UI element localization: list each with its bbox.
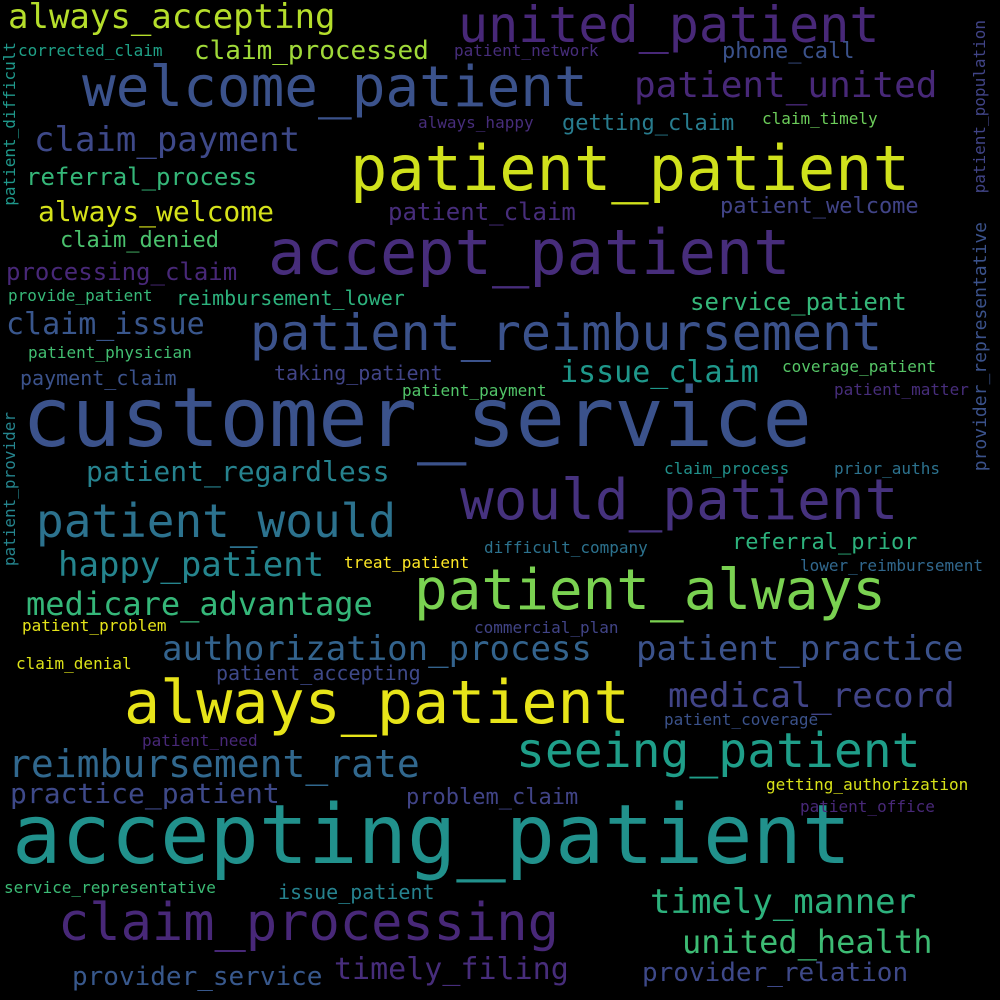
word-patient-coverage: patient_coverage xyxy=(664,710,819,729)
word-patient-network: patient_network xyxy=(454,41,599,60)
word-timely-manner: timely_manner xyxy=(650,882,917,922)
word-claim-process: claim_process xyxy=(664,459,790,478)
word-patient-difficult: patient_difficult xyxy=(0,42,19,206)
word-accept-patient: accept_patient xyxy=(268,216,791,289)
word-claim-processing: claim_processing xyxy=(58,893,559,953)
word-provider-representative: provider_representative xyxy=(970,222,991,472)
word-claim-denial: claim_denial xyxy=(16,654,132,673)
word-patient-welcome: patient_welcome xyxy=(720,194,919,219)
word-corrected-claim: corrected_claim xyxy=(18,41,163,60)
word-provider-service: provider_service xyxy=(72,962,323,992)
word-patient-need: patient_need xyxy=(142,731,258,750)
word-treat-patient: treat_patient xyxy=(344,553,470,572)
word-medical-record: medical_record xyxy=(668,676,955,716)
word-patient-regardless: patient_regardless xyxy=(86,455,390,488)
word-referral-process: referral_process xyxy=(26,163,258,191)
word-issue-patient: issue_patient xyxy=(278,880,435,904)
word-patient-payment: patient_payment xyxy=(402,381,547,400)
word-welcome-patient: welcome_patient xyxy=(82,55,588,120)
word-timely-filing: timely_filing xyxy=(334,952,569,987)
word-patient-united: patient_united xyxy=(634,65,938,106)
word-patient-office: patient_office xyxy=(800,797,935,816)
word-patient-would: patient_would xyxy=(36,494,397,548)
word-patient-matter: patient_matter xyxy=(834,380,969,399)
word-problem-claim: problem_claim xyxy=(406,785,579,810)
word-patient-claim: patient_claim xyxy=(388,198,576,226)
word-always-accepting: always_accepting xyxy=(8,0,336,37)
word-service-representative: service_representative xyxy=(4,878,216,897)
word-united-health: united_health xyxy=(682,923,933,961)
word-patient-practice: patient_practice xyxy=(636,629,964,669)
word-issue-claim: issue_claim xyxy=(560,355,759,390)
word-getting-claim: getting_claim xyxy=(562,111,735,136)
word-referral-prior: referral_prior xyxy=(732,530,918,555)
word-difficult-company: difficult_company xyxy=(484,538,648,557)
word-reimbursement-lower: reimbursement_lower xyxy=(176,286,405,310)
word-claim-denied: claim_denied xyxy=(60,228,219,253)
word-practice-patient: practice_patient xyxy=(10,777,280,810)
word-always-happy: always_happy xyxy=(418,113,534,132)
word-service-patient: service_patient xyxy=(690,288,907,316)
word-provider-relation: provider_relation xyxy=(642,958,909,988)
word-always-welcome: always_welcome xyxy=(38,195,275,228)
word-patient-accepting: patient_accepting xyxy=(216,661,421,685)
word-coverage-patient: coverage_patient xyxy=(782,357,937,376)
word-commercial-plan: commercial_plan xyxy=(474,618,619,637)
word-claim-processed: claim_processed xyxy=(194,36,429,66)
word-cloud: customer_service accepting_patient patient… xyxy=(0,0,1000,1000)
word-lower-reimbursement: lower_reimbursement xyxy=(800,556,984,575)
word-processing-claim: processing_claim xyxy=(6,258,238,286)
word-patient-provider: patient_provider xyxy=(0,412,19,567)
word-provide-patient: provide_patient xyxy=(8,286,153,305)
word-getting-authorization: getting_authorization xyxy=(766,775,969,794)
word-would-patient: would_patient xyxy=(460,468,899,533)
word-prior-auths: prior_auths xyxy=(834,459,940,478)
word-taking-patient: taking_patient xyxy=(274,361,443,385)
word-seeing-patient: seeing_patient xyxy=(516,723,921,779)
word-phone-call: phone_call xyxy=(722,39,855,64)
word-patient-problem: patient_problem xyxy=(22,616,167,635)
word-patient-physician: patient_physician xyxy=(28,343,192,362)
word-happy-patient: happy_patient xyxy=(58,545,325,585)
word-payment-claim: payment_claim xyxy=(20,366,177,390)
word-claim-timely: claim_timely xyxy=(762,109,878,128)
word-claim-payment: claim_payment xyxy=(34,120,301,160)
word-claim-issue: claim_issue xyxy=(6,307,205,342)
word-patient-population: patient_population xyxy=(970,20,989,194)
word-patient-patient: patient_patient xyxy=(350,132,910,205)
